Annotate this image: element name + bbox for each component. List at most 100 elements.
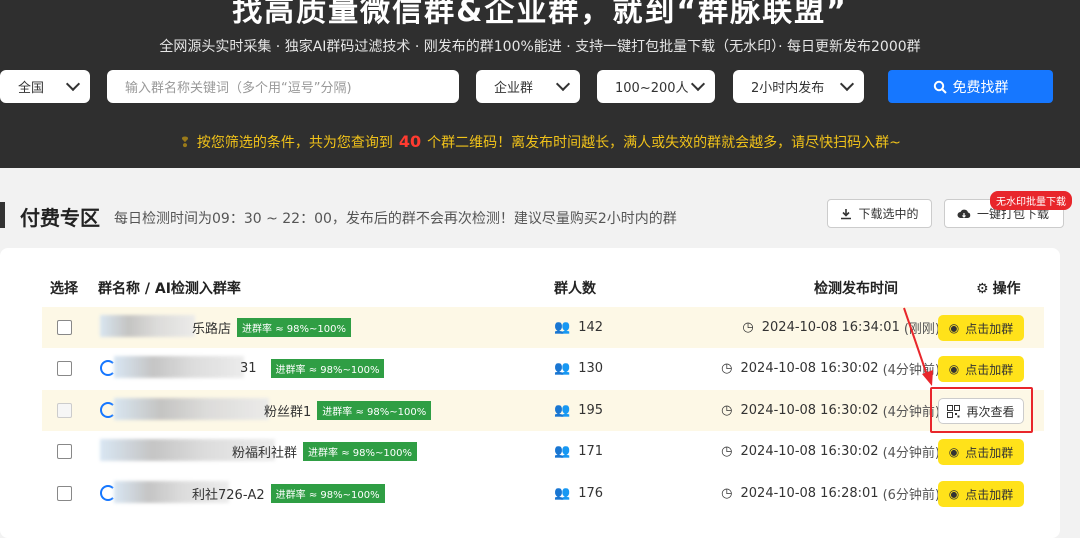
chevron-down-icon: [65, 76, 81, 92]
publish-time: ◷ 2024-10-08 16:30:02 (4分钟前): [721, 431, 940, 472]
join-label: 点击加群: [965, 445, 1014, 460]
join-label: 点击加群: [965, 321, 1014, 336]
member-count-value: 142: [578, 320, 604, 335]
clock-icon: ◷: [721, 486, 733, 501]
download-selected-button[interactable]: 下载选中的: [827, 199, 932, 228]
eye-icon: ◉: [948, 362, 960, 376]
header-select: 选择: [50, 281, 78, 297]
publish-time-value: 2024-10-08 16:30:02: [740, 361, 879, 376]
member-count: 👥 130: [554, 348, 603, 389]
publish-time-value: 2024-10-08 16:30:02: [740, 403, 879, 418]
hero-banner: 找高质量微信群&企业群，就到“群脉联盟” 全网源头实时采集 · 独家AI群码过滤…: [0, 0, 1080, 168]
section-desc: 每日检测时间为09：30 ~ 22：00，发布后的群不会再次检测！建议尽量购买2…: [114, 211, 677, 227]
table-row: 粉福利社群 进群率 ≈ 98%~100% 👥 171 ◷ 2024-10-08 16…: [42, 431, 1044, 472]
member-count-value: 195: [578, 403, 604, 418]
group-name: 31: [240, 361, 257, 376]
header-time: 检测发布时间: [814, 281, 898, 297]
group-name: 利社726-A2: [192, 488, 265, 503]
member-count-value: 130: [578, 361, 604, 376]
clock-icon: ◷: [721, 361, 733, 376]
eye-icon: ◉: [948, 445, 960, 459]
users-icon: 👥: [554, 444, 571, 459]
users-icon: 👥: [554, 403, 571, 418]
chevron-down-icon: [555, 76, 571, 92]
hero-title: 找高质量微信群&企业群，就到“群脉联盟”: [232, 0, 848, 29]
keyword-placeholder: 输入群名称关键词（多个用“逗号”分隔): [125, 81, 352, 96]
region-value: 全国: [18, 81, 45, 96]
group-name: 粉福利社群: [232, 446, 298, 461]
size-value: 100~200人: [615, 81, 689, 96]
chevron-down-icon: [690, 76, 706, 92]
region-select[interactable]: 全国: [0, 70, 90, 103]
join-label: 点击加群: [965, 487, 1014, 502]
publish-time-value: 2024-10-08 16:30:02: [740, 444, 879, 459]
group-type-select[interactable]: 企业群: [476, 70, 580, 103]
eye-icon: ◉: [948, 487, 960, 501]
table-row: 粉丝群1 进群率 ≈ 98%~100% 👥 195 ◷ 2024-10-08 16:…: [42, 390, 1044, 431]
publish-time-value: 2小时内发布: [751, 81, 825, 96]
table-row: 利社726-A2 进群率 ≈ 98%~100% 👥 176 ◷ 2024-10-08…: [42, 473, 1044, 514]
join-group-button[interactable]: ◉ 点击加群: [938, 481, 1024, 507]
section-title: 付费专区: [20, 206, 100, 230]
eye-icon: ◉: [948, 321, 960, 335]
join-rate-badge: 进群率 ≈ 98%~100%: [303, 442, 417, 461]
gear-icon: ⚙: [976, 281, 989, 297]
member-count: 👥 171: [554, 431, 603, 472]
table-row: 31 进群率 ≈ 98%~100% 👥 130 ◷ 2024-10-08 16:30…: [42, 348, 1044, 389]
join-rate-badge: 进群率 ≈ 98%~100%: [270, 484, 385, 503]
row-checkbox[interactable]: [57, 320, 72, 335]
publish-ago: (6分钟前): [882, 488, 940, 503]
clock-icon: ◷: [721, 403, 733, 418]
search-button-label: 免费找群: [952, 79, 1009, 96]
users-icon: 👥: [554, 361, 571, 376]
result-count: 40: [398, 132, 422, 151]
header-action-label: 操作: [992, 281, 1021, 297]
notice-pre: 按您筛选的条件，共为您查询到: [196, 135, 393, 151]
users-icon: 👥: [554, 320, 571, 335]
watermark-free-badge: 无水印批量下载: [990, 191, 1072, 210]
header-name: 群名称 / AI检测入群率: [98, 281, 241, 297]
join-rate-badge: 进群率 ≈ 98%~100%: [237, 318, 351, 337]
group-type-value: 企业群: [494, 81, 534, 96]
chevron-down-icon: [839, 76, 855, 92]
notice-post: 个群二维码！离发布时间越长，满人或失效的群就会越多，请尽快扫码入群~: [427, 135, 901, 151]
search-button[interactable]: 免费找群: [888, 70, 1053, 103]
header-action: ⚙ 操作: [976, 278, 1021, 298]
join-group-button[interactable]: ◉ 点击加群: [938, 315, 1024, 341]
member-count-value: 176: [578, 486, 604, 501]
table-row: 乐路店 进群率 ≈ 98%~100% 👥 142 ◷ 2024-10-08 16:3…: [42, 307, 1044, 348]
group-name: 乐路店: [192, 322, 232, 337]
users-icon: 👥: [554, 486, 571, 501]
download-selected-label: 下载选中的: [858, 207, 919, 221]
blurred-name: [114, 398, 269, 420]
publish-time: ◷ 2024-10-08 16:28:01 (6分钟前): [721, 473, 940, 514]
result-notice: ❢ 按您筛选的条件，共为您查询到 40 个群二维码！离发布时间越长，满人或失效的群就会…: [0, 132, 1080, 152]
member-count: 👥 176: [554, 473, 603, 514]
size-select[interactable]: 100~200人: [597, 70, 715, 103]
clock-icon: ◷: [742, 320, 754, 335]
publish-ago: (4分钟前): [882, 446, 940, 461]
row-checkbox[interactable]: [57, 361, 72, 376]
publish-time-select[interactable]: 2小时内发布: [733, 70, 864, 103]
search-icon: [933, 80, 947, 94]
keyword-input[interactable]: 输入群名称关键词（多个用“逗号”分隔): [107, 70, 459, 103]
header-members: 群人数: [554, 281, 596, 297]
join-group-button[interactable]: ◉ 点击加群: [938, 356, 1024, 382]
clock-icon: ◷: [721, 444, 733, 459]
join-group-button[interactable]: ◉ 点击加群: [938, 439, 1024, 465]
join-label: 点击加群: [965, 362, 1014, 377]
cloud-download-icon: [957, 209, 971, 218]
publish-time-value: 2024-10-08 16:34:01: [761, 320, 900, 335]
section-bar: [0, 202, 5, 228]
blurred-name: [100, 315, 195, 337]
bulb-icon: ❢: [179, 135, 191, 151]
highlight-box: [930, 387, 1033, 433]
join-rate-badge: 进群率 ≈ 98%~100%: [317, 401, 432, 420]
row-checkbox[interactable]: [57, 486, 72, 501]
row-checkbox[interactable]: [57, 444, 72, 459]
row-checkbox[interactable]: [57, 403, 72, 418]
group-name: 粉丝群1: [264, 405, 312, 420]
publish-time: ◷ 2024-10-08 16:30:02 (4分钟前): [721, 390, 940, 431]
join-rate-badge: 进群率 ≈ 98%~100%: [270, 359, 385, 378]
member-count-value: 171: [578, 444, 604, 459]
